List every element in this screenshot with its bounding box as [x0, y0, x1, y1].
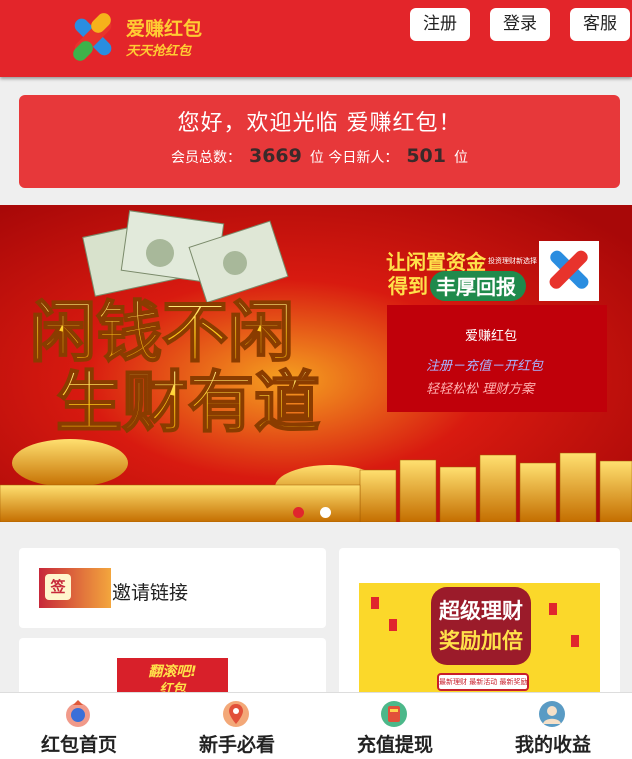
- nav-item-home[interactable]: 红包首页: [0, 693, 158, 759]
- nav-label-recharge: 充值提现: [356, 734, 433, 756]
- red-envelope-icon: [371, 597, 379, 609]
- members-label: 会员总数：: [170, 150, 241, 166]
- red-envelope-icon: [549, 603, 557, 615]
- sign-badge: 签: [45, 574, 71, 600]
- nav-label-guide: 新手必看: [198, 734, 275, 756]
- slogan-a: 得到: [387, 274, 428, 298]
- red-envelope-icon: [571, 635, 579, 647]
- promo-banner[interactable]: 闲钱不闲 生财有道 让闲置资金 投资理财新选择 得到 丰厚回报 爱赚红包 注册－…: [0, 205, 632, 522]
- promo-line-1: 超级理财: [439, 599, 523, 623]
- banner-headline-1: 闲钱不闲: [30, 294, 294, 371]
- panel-title: 爱赚红包: [465, 328, 517, 344]
- nav-label-earnings: 我的收益: [514, 734, 591, 756]
- location-pin-icon: [223, 701, 249, 727]
- logo-icon: [73, 13, 112, 61]
- banner-headline-2: 生财有道: [56, 364, 320, 441]
- hongbao-home-icon: [66, 700, 90, 727]
- login-button[interactable]: 登录: [490, 8, 550, 41]
- nav-item-guide[interactable]: 新手必看: [158, 693, 316, 759]
- panel-line-2: 轻轻松松 理财方案: [426, 382, 536, 397]
- member-stats: 会员总数： 3669 位 今日新人： 501 位: [19, 145, 620, 167]
- promo-image: 超级理财 奖励加倍 最新理财 最新活动 最新奖励: [359, 583, 600, 693]
- slogan-small: 投资理财新选择: [488, 256, 537, 265]
- carousel-dot-2[interactable]: [320, 507, 331, 518]
- invite-icon: 签: [39, 568, 111, 608]
- members-count: 3669: [248, 145, 302, 167]
- app-header: 爱赚红包 天天抢红包 注册 登录 客服: [0, 0, 632, 77]
- slogan-b: 丰厚回报: [436, 275, 516, 299]
- brand-logo[interactable]: 爱赚红包 天天抢红包: [64, 8, 202, 66]
- new-members-label: 今日新人：: [328, 150, 399, 166]
- welcome-panel: 您好，欢迎光临 爱赚红包！ 会员总数： 3669 位 今日新人： 501 位: [19, 95, 620, 188]
- promo-line-2: 奖励加倍: [439, 629, 523, 653]
- panel-line-1: 注册－充值－开红包: [426, 359, 544, 374]
- banner-artwork: 闲钱不闲 生财有道 让闲置资金 投资理财新选择 得到 丰厚回报 爱赚红包 注册－…: [0, 205, 632, 522]
- slogan-prefix: 让闲置资金: [386, 250, 487, 274]
- bottom-navigation: 红包首页 新手必看 充值提现 我的收益: [0, 692, 632, 759]
- new-members-count: 501: [406, 145, 446, 167]
- members-unit: 位: [309, 150, 324, 166]
- nav-item-recharge[interactable]: 充值提现: [316, 693, 474, 759]
- user-profile-icon: [539, 701, 565, 727]
- promo-bottom: 最新理财 最新活动 最新奖励: [437, 673, 529, 691]
- logo-title: 爱赚红包: [126, 18, 203, 40]
- register-button[interactable]: 注册: [410, 8, 470, 41]
- new-members-unit: 位: [454, 150, 468, 166]
- nav-label-home: 红包首页: [40, 734, 117, 756]
- wallet-icon: [381, 701, 407, 727]
- carousel-dot-1[interactable]: [293, 507, 304, 518]
- red-envelope-icon: [389, 619, 397, 631]
- invite-link-label[interactable]: 邀请链接: [112, 578, 188, 605]
- customer-service-button[interactable]: 客服: [570, 8, 630, 41]
- banner-logo-icon: [539, 241, 599, 301]
- welcome-title: 您好，欢迎光临 爱赚红包！: [177, 111, 462, 136]
- logo-subtitle: 天天抢红包: [126, 44, 192, 59]
- nav-item-earnings[interactable]: 我的收益: [474, 693, 632, 759]
